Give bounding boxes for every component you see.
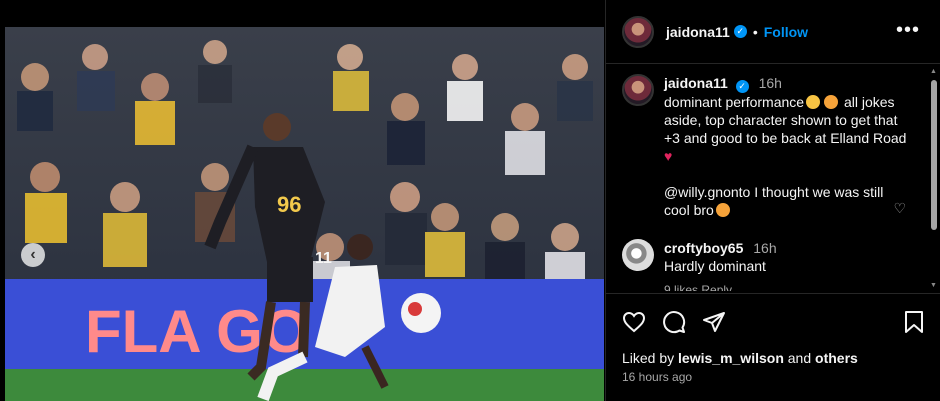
grinning-emoji-icon xyxy=(824,94,839,109)
like-heart-icon[interactable] xyxy=(622,310,646,334)
author-avatar[interactable] xyxy=(622,15,654,48)
pleading-emoji-icon xyxy=(806,94,821,109)
scroll-up-arrow-icon[interactable]: ▲ xyxy=(930,68,937,75)
grinning-emoji-icon xyxy=(715,202,730,217)
caption-avatar[interactable] xyxy=(622,74,654,106)
comments-scrollbar[interactable]: ▲ ▼ xyxy=(930,64,938,291)
scroll-thumb[interactable] xyxy=(931,80,937,230)
post-image[interactable]: FLA GO 96 11 ‹ xyxy=(5,27,604,401)
commenter-avatar[interactable] xyxy=(622,238,654,271)
comment-time: 16h xyxy=(753,239,777,256)
caption-text-1: dominant performance xyxy=(664,93,805,110)
comments-list: jaidona11 ✓ 16h dominant performance all… xyxy=(606,64,926,291)
liked-by-user[interactable]: lewis_m_wilson xyxy=(678,350,784,366)
follow-button[interactable]: Follow xyxy=(764,24,808,40)
separator-dot: • xyxy=(752,23,758,40)
post-actions: Liked by lewis_m_wilson and others 16 ho… xyxy=(606,293,940,384)
liked-by-prefix: Liked by xyxy=(622,350,675,366)
comment-like-heart-icon[interactable]: ♡ xyxy=(893,200,906,217)
red-heart-emoji-icon: ♥ xyxy=(664,147,673,164)
player-number: 11 xyxy=(315,250,332,267)
verified-badge-icon: ✓ xyxy=(733,25,747,38)
save-bookmark-icon[interactable] xyxy=(903,310,925,334)
caption-text-3: @willy.gnonto I thought we was still coo… xyxy=(664,183,884,218)
caption-comment: jaidona11 ✓ 16h dominant performance all… xyxy=(622,74,910,219)
verified-badge-icon: ✓ xyxy=(735,79,749,93)
post-side-panel: jaidona11 ✓ • Follow ••• jaidona11 ✓ 16h… xyxy=(605,0,940,401)
comment-bubble-icon[interactable] xyxy=(662,310,686,334)
commenter-username[interactable]: croftyboy65 xyxy=(664,240,743,256)
caption-time: 16h xyxy=(758,75,782,91)
shirt-sponsor-text: 96 xyxy=(277,192,301,217)
more-options-icon[interactable]: ••• xyxy=(896,20,920,40)
previous-arrow-button[interactable]: ‹ xyxy=(21,243,45,267)
scroll-down-arrow-icon[interactable]: ▼ xyxy=(930,282,937,289)
post-photo: FLA GO 96 11 xyxy=(5,27,604,401)
author-username[interactable]: jaidona11 xyxy=(666,24,730,40)
comment-item: croftyboy65 16h Hardly dominant xyxy=(622,238,910,275)
post-timestamp[interactable]: 16 hours ago xyxy=(622,370,925,384)
post-header: jaidona11 ✓ • Follow ••• xyxy=(606,0,940,64)
banner-text: FLA GO xyxy=(85,298,309,365)
caption-username[interactable]: jaidona11 xyxy=(664,75,728,91)
comment-text: Hardly dominant xyxy=(664,257,766,274)
liked-by-line: Liked by lewis_m_wilson and others xyxy=(622,350,925,366)
liked-by-and: and xyxy=(787,350,812,366)
liked-by-others[interactable]: others xyxy=(815,350,858,366)
share-send-icon[interactable] xyxy=(702,310,726,334)
comment-meta[interactable]: 9 likes Reply xyxy=(664,283,910,292)
